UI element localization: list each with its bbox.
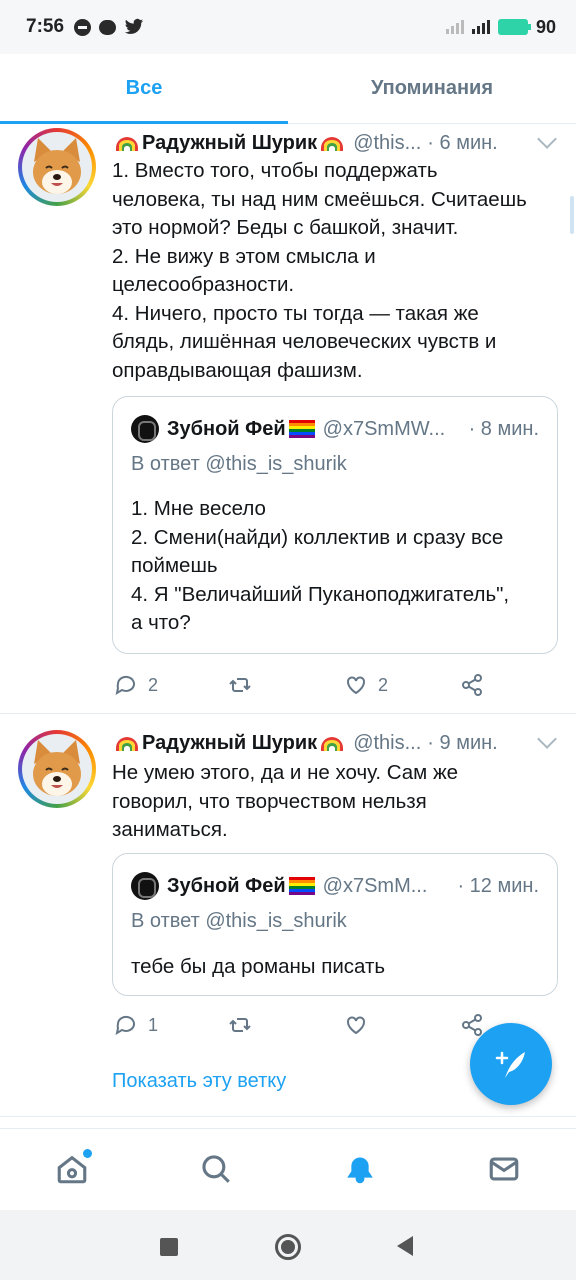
like-count: 2	[378, 674, 389, 695]
bottom-navigation	[0, 1128, 576, 1210]
share-button[interactable]	[460, 673, 484, 697]
author-name[interactable]: Радужный Шурик	[142, 732, 317, 755]
new-content-dot	[83, 1149, 92, 1158]
shiba-dog-avatar-icon	[33, 740, 81, 796]
search-icon	[202, 1155, 230, 1183]
rainbow-emoji-icon	[116, 136, 138, 151]
share-icon	[462, 674, 482, 696]
retweet-button[interactable]	[228, 1013, 262, 1037]
reply-icon	[115, 675, 135, 696]
quoted-author-handle: @x7SmM...	[322, 874, 428, 897]
shiba-dog-avatar-icon	[33, 138, 81, 194]
system-navigation-bar	[0, 1210, 576, 1280]
author-handle[interactable]: @this...	[353, 732, 421, 755]
wifi-signal-icon	[445, 20, 464, 34]
recent-apps-icon[interactable]	[160, 1238, 178, 1256]
share-button[interactable]	[460, 1013, 484, 1037]
tweet-time[interactable]: · 9 мин.	[427, 732, 497, 755]
retweet-icon	[229, 1018, 251, 1032]
quoted-tweet-header: Зубной Фей @x7SmM... · 12 мин.	[131, 872, 539, 900]
like-button[interactable]: 2	[344, 673, 388, 697]
rainbow-emoji-icon	[116, 736, 138, 751]
tab-mentions[interactable]: Упоминания	[288, 54, 576, 123]
show-thread-link[interactable]: Показать эту ветку	[112, 1070, 286, 1093]
nav-home[interactable]	[52, 1149, 92, 1189]
quoted-tweet-text: тебе бы да романы писать	[131, 955, 386, 978]
messages-envelope-icon	[489, 1157, 519, 1181]
tweet[interactable]: Радужный Шурик @this... · 6 мин. 1. Вмес…	[0, 124, 576, 714]
nav-notifications[interactable]	[340, 1149, 380, 1189]
cell-signal-icon	[471, 20, 490, 34]
retweet-button[interactable]	[228, 673, 262, 697]
reply-count: 1	[148, 1014, 159, 1035]
reply-to-label: В ответ @this_is_shurik	[131, 453, 347, 475]
back-triangle-icon[interactable]	[397, 1236, 413, 1256]
do-not-disturb-icon	[74, 18, 92, 36]
reply-button[interactable]: 2	[114, 673, 158, 697]
author-name[interactable]: Радужный Шурик	[142, 132, 317, 155]
nav-messages[interactable]	[484, 1149, 524, 1189]
rainbow-emoji-icon	[321, 136, 344, 151]
like-button[interactable]	[344, 1013, 378, 1037]
quoted-author-name: Зубной Фей	[167, 874, 286, 897]
reply-to-label: В ответ @this_is_shurik	[131, 910, 347, 932]
battery-icon	[497, 19, 531, 35]
quoted-tweet-time: · 8 мин.	[468, 417, 539, 440]
author-handle[interactable]: @this...	[353, 132, 421, 155]
reply-button[interactable]: 1	[114, 1013, 158, 1037]
compose-button[interactable]	[470, 1023, 552, 1105]
retweet-icon	[229, 678, 251, 692]
quoted-tweet[interactable]: Зубной Фей @x7SmMW... · 8 мин. В ответ @…	[112, 396, 558, 654]
avatar[interactable]	[18, 730, 96, 808]
tweet-header: Радужный Шурик @this... · 6 мин.	[112, 132, 552, 155]
notifications-tabs: Все Упоминания	[0, 54, 576, 124]
quoted-author-handle: @x7SmMW...	[322, 417, 446, 440]
share-icon	[462, 1014, 482, 1036]
tab-all[interactable]: Все	[0, 54, 288, 124]
quoted-author-name: Зубной Фей	[167, 417, 286, 440]
tweet-time[interactable]: · 6 мин.	[427, 132, 497, 155]
status-bar: 7:56 90	[0, 0, 576, 54]
reply-icon	[115, 1015, 135, 1036]
heart-icon	[347, 676, 365, 695]
tweet-text: Не умею этого, да и не хочу. Сам же гово…	[112, 761, 459, 841]
battery-level: 90	[535, 16, 556, 37]
compose-feather-icon	[495, 1051, 525, 1078]
quoted-tweet-time: · 12 мин.	[457, 874, 539, 897]
status-time: 7:56	[26, 16, 65, 37]
heart-icon	[347, 1016, 365, 1035]
twitter-bird-icon	[124, 18, 144, 34]
notifications-bell-icon	[347, 1157, 373, 1184]
quoted-avatar	[131, 415, 159, 443]
nav-search[interactable]	[196, 1149, 236, 1189]
home-circle-icon[interactable]	[275, 1234, 301, 1260]
rainbow-flag-icon	[288, 877, 315, 895]
quoted-tweet-text: 1. Мне весело 2. Смени(найди) коллектив …	[131, 497, 510, 634]
tweet-actions: 1	[112, 1010, 512, 1040]
quoted-tweet-header: Зубной Фей @x7SmMW... · 8 мин.	[131, 415, 539, 443]
quoted-avatar	[131, 872, 159, 900]
reply-count: 2	[148, 674, 159, 695]
divider	[0, 1116, 576, 1117]
tweet-actions: 2 2	[112, 670, 512, 700]
tweet-header: Радужный Шурик @this... · 9 мин.	[112, 732, 552, 755]
rainbow-flag-icon	[288, 420, 315, 438]
tweet-text: 1. Вместо того, чтобы поддержать человек…	[112, 159, 527, 382]
quoted-tweet[interactable]: Зубной Фей @x7SmM... · 12 мин. В ответ @…	[112, 853, 558, 996]
rainbow-emoji-icon	[321, 736, 344, 751]
message-notification-icon	[99, 19, 117, 35]
avatar[interactable]	[18, 128, 96, 206]
